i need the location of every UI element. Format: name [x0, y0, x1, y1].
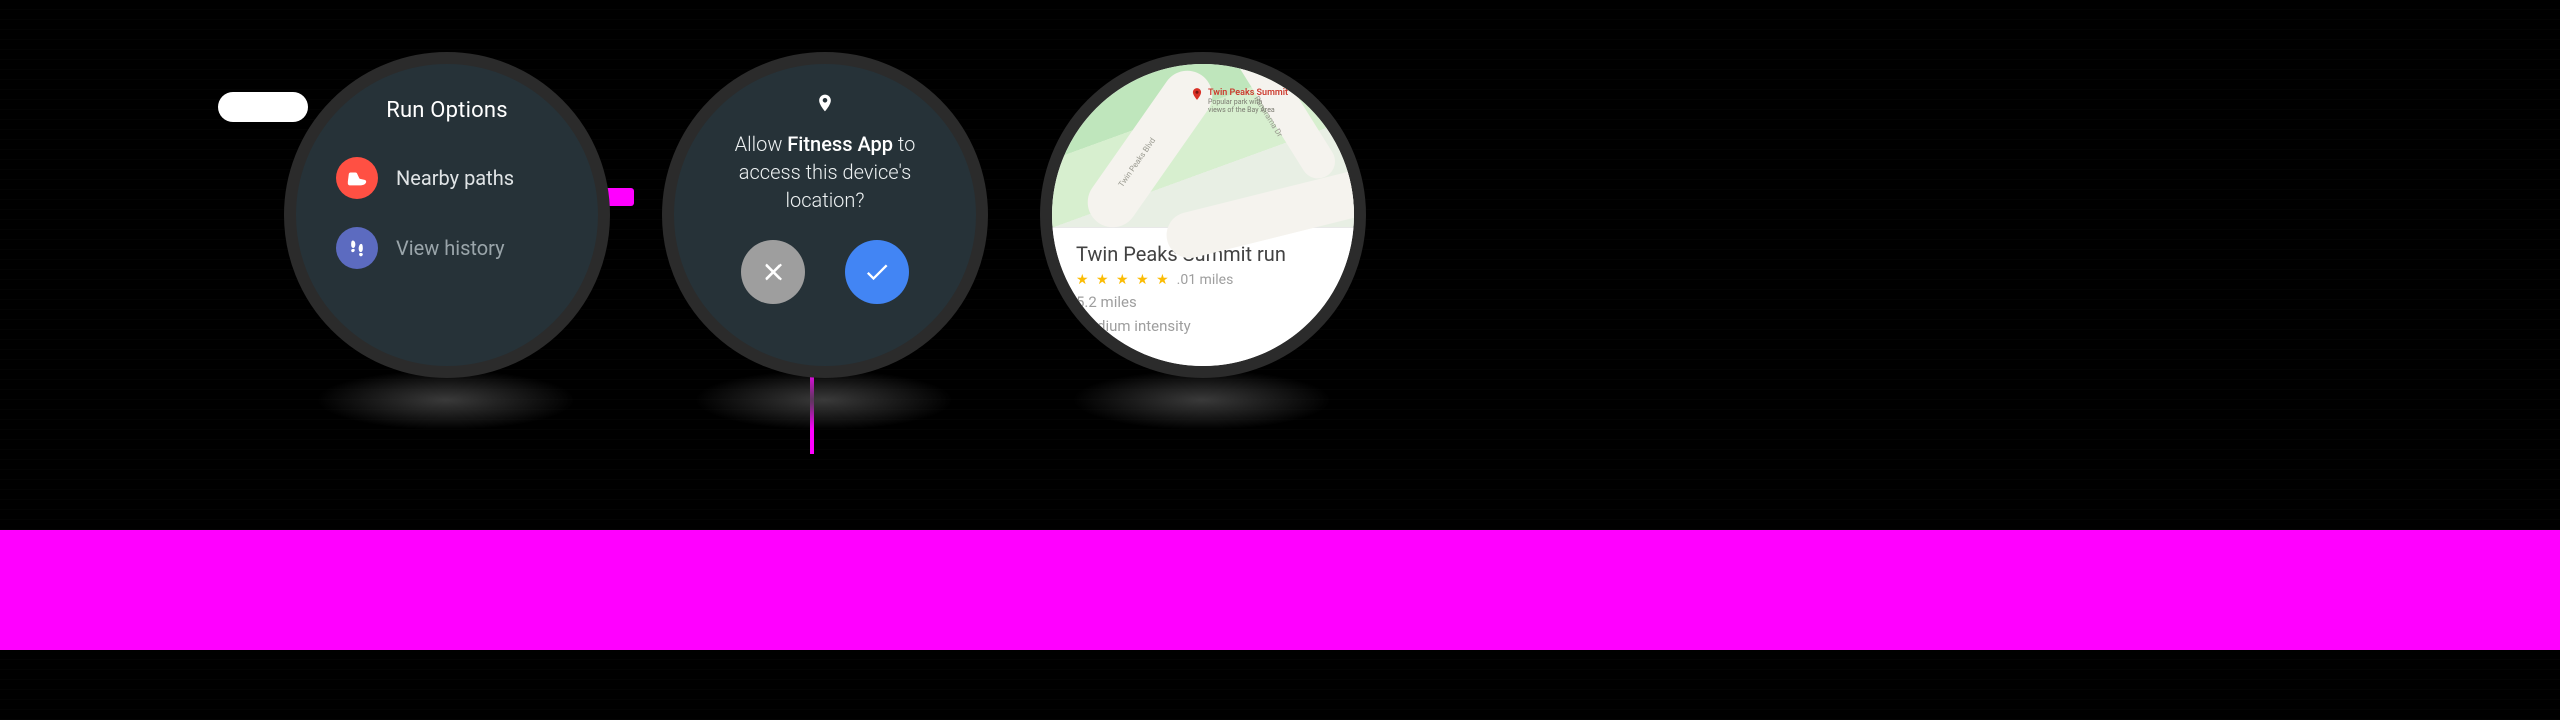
shoe-icon — [336, 157, 378, 199]
magenta-bottom-strip — [0, 530, 2560, 650]
map-view[interactable]: Twin Peaks Blvd Panorama Dr Twin Peaks S… — [1052, 64, 1354, 227]
list-item-view-history[interactable]: View history — [296, 213, 598, 283]
map-poi-label: Twin Peaks Summit Popular park with view… — [1208, 88, 1288, 114]
run-options-list: Nearby paths View history — [296, 143, 598, 283]
result-intensity: Medium intensity — [1076, 316, 1330, 336]
permission-prompt-text: Allow Fitness App to access this device'… — [674, 130, 976, 214]
result-rating-row: ★ ★ ★ ★ ★ .01 miles — [1076, 272, 1330, 288]
permission-prefix: Allow — [735, 132, 788, 156]
list-item-nearby-paths[interactable]: Nearby paths — [296, 143, 598, 213]
watch-shadow — [316, 370, 576, 430]
permission-app-name: Fitness App — [787, 132, 893, 156]
map-pin-icon — [1190, 84, 1204, 108]
view-history-label: View history — [396, 236, 505, 260]
deny-button[interactable] — [741, 240, 805, 304]
watch-permission-dialog: Allow Fitness App to access this device'… — [662, 52, 988, 378]
allow-button[interactable] — [845, 240, 909, 304]
poi-title: Twin Peaks Summit — [1208, 88, 1288, 98]
result-distance: 5.2 miles — [1076, 292, 1330, 312]
rating-miles: .01 miles — [1177, 272, 1234, 288]
nearby-paths-label: Nearby paths — [396, 166, 514, 190]
watch-shadow — [1072, 370, 1332, 430]
run-options-title: Run Options — [386, 98, 508, 123]
watch-run-options: Run Options Nearby paths View history — [284, 52, 610, 378]
close-icon — [760, 259, 786, 285]
poi-subtitle: Popular park with — [1208, 98, 1288, 106]
poi-subtitle: views of the Bay Area — [1208, 106, 1288, 114]
watch-map-result: Twin Peaks Blvd Panorama Dr Twin Peaks S… — [1040, 52, 1366, 378]
permission-buttons — [741, 240, 909, 304]
location-pin-icon — [815, 90, 835, 120]
white-blob-decoration — [218, 92, 308, 122]
footsteps-icon — [336, 227, 378, 269]
check-icon — [863, 258, 891, 286]
watch-shadow — [694, 370, 954, 430]
star-rating: ★ ★ ★ ★ ★ — [1076, 272, 1171, 288]
